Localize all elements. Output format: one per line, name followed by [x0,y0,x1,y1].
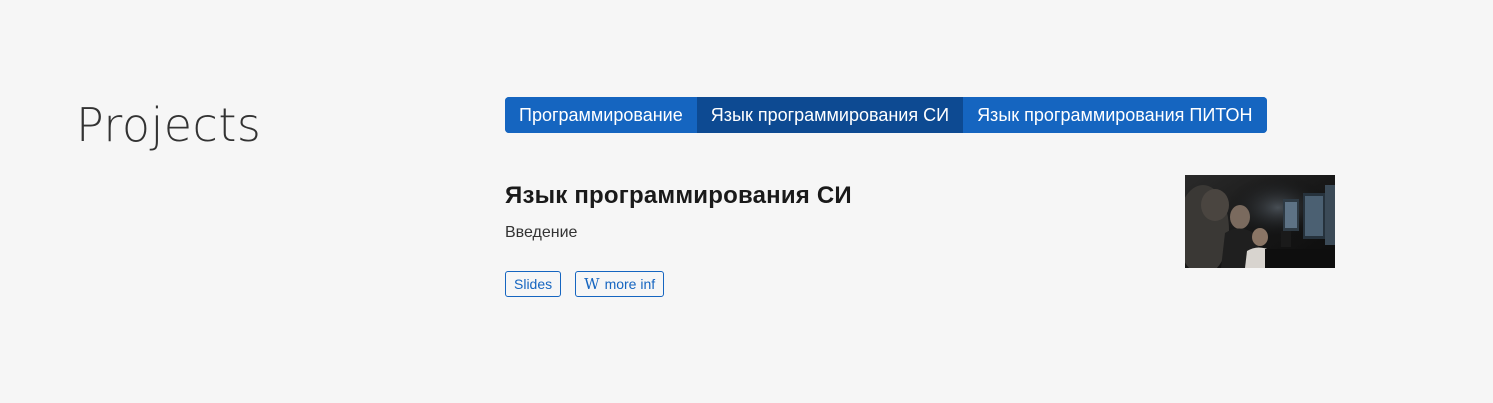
section-title: Projects [76,98,262,152]
tab-programming[interactable]: Программирование [505,97,697,133]
tab-python-language[interactable]: Язык программирования ПИТОН [963,97,1267,133]
tab-c-language[interactable]: Язык программирования СИ [696,97,964,133]
slides-link-label: Slides [514,276,553,292]
project-title: Язык программирования СИ [505,182,852,209]
more-info-link-label: more inf [604,276,656,292]
category-tabs: Программирование Язык программирования С… [505,97,1267,133]
more-info-link[interactable]: W more inf [575,271,665,297]
wikipedia-icon: W [584,275,600,293]
slides-link[interactable]: Slides [505,271,562,297]
project-photo [1185,175,1335,268]
project-links: Slides W more inf [505,271,665,297]
project-thumbnail[interactable] [1185,175,1335,268]
project-subtitle: Введение [505,224,578,241]
project-card: Язык программирования СИ Введение Slides… [505,175,1335,305]
